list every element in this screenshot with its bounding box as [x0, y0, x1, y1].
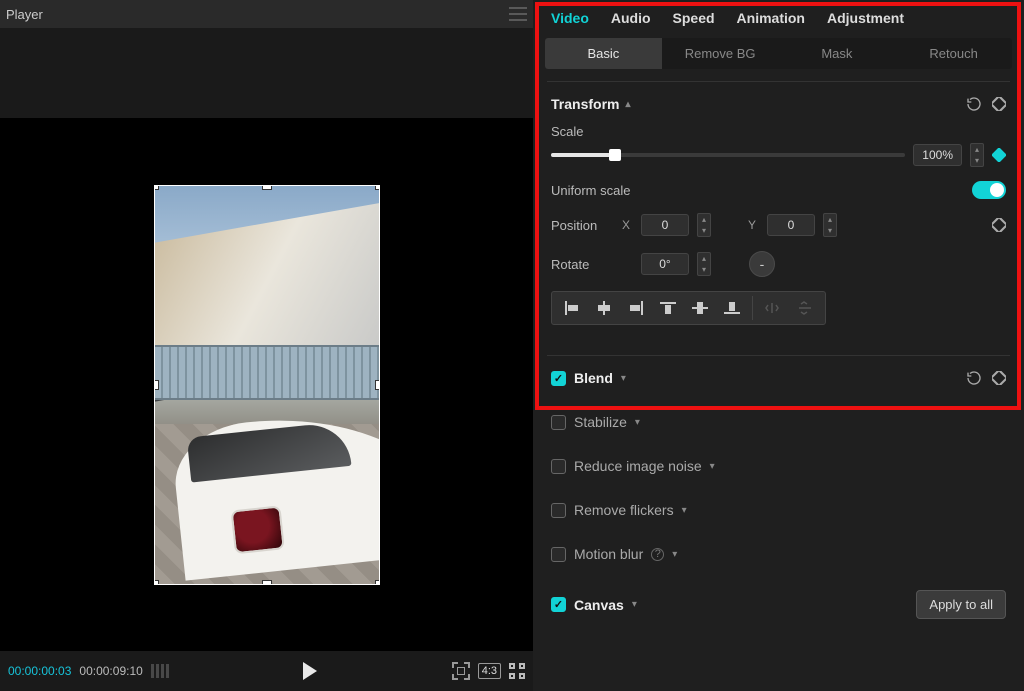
align-row [551, 291, 1006, 325]
flip-h-icon[interactable] [757, 296, 789, 320]
tab-video[interactable]: Video [551, 10, 589, 26]
properties-panel: Video Audio Speed Animation Adjustment B… [533, 0, 1024, 691]
blend-checkbox[interactable] [551, 371, 566, 386]
menu-icon[interactable] [509, 7, 527, 21]
chevron-down-icon[interactable]: ▾ [635, 417, 640, 428]
position-y-stepper[interactable]: ▴▾ [823, 213, 837, 237]
fullscreen-icon[interactable] [509, 663, 525, 679]
position-row: Position X 0 ▴▾ Y 0 ▴▾ [551, 213, 1006, 237]
transform-title[interactable]: Transform ▴ [551, 96, 631, 112]
position-x-input[interactable]: 0 [641, 214, 689, 236]
resize-handle[interactable] [375, 185, 380, 190]
align-bottom-icon[interactable] [716, 296, 748, 320]
tab-speed[interactable]: Speed [673, 10, 715, 26]
tab-audio[interactable]: Audio [611, 10, 651, 26]
reset-icon[interactable] [966, 96, 982, 112]
rotate-reset-button[interactable]: - [749, 251, 775, 277]
align-center-v-icon[interactable] [684, 296, 716, 320]
blend-section: Blend ▾ [533, 356, 1024, 400]
aspect-ratio-button[interactable]: 4:3 [478, 663, 501, 679]
resize-handle[interactable] [262, 185, 272, 190]
resize-handle[interactable] [375, 380, 380, 390]
keyframe-icon[interactable] [992, 148, 1006, 162]
motion-blur-checkbox[interactable] [551, 547, 566, 562]
player-viewport[interactable] [0, 118, 533, 651]
scale-row: Scale [551, 124, 1006, 139]
keyframe-icon[interactable] [992, 218, 1006, 232]
position-x-stepper[interactable]: ▴▾ [697, 213, 711, 237]
chevron-down-icon[interactable]: ▾ [682, 505, 687, 516]
rotate-row: Rotate 0° ▴▾ - [551, 251, 1006, 277]
time-total: 00:00:09:10 [79, 664, 142, 678]
keyframe-icon[interactable] [992, 371, 1006, 385]
motion-blur-section: Motion blur ? ▾ [533, 532, 1024, 576]
uniform-scale-row: Uniform scale [551, 181, 1006, 199]
subtab-basic[interactable]: Basic [545, 38, 662, 69]
align-right-icon[interactable] [620, 296, 652, 320]
position-y-input[interactable]: 0 [767, 214, 815, 236]
align-left-icon[interactable] [556, 296, 588, 320]
scale-label: Scale [551, 124, 611, 139]
flip-v-icon[interactable] [789, 296, 821, 320]
reduce-noise-section: Reduce image noise ▾ [533, 444, 1024, 488]
sub-tabs: Basic Remove BG Mask Retouch [545, 38, 1012, 69]
canvas-section: Canvas ▾ Apply to all [533, 576, 1024, 633]
subtab-mask[interactable]: Mask [779, 38, 896, 69]
remove-flickers-section: Remove flickers ▾ [533, 488, 1024, 532]
resize-handle[interactable] [262, 580, 272, 585]
stabilize-section: Stabilize ▾ [533, 400, 1024, 444]
reset-icon[interactable] [966, 370, 982, 386]
canvas-checkbox[interactable] [551, 597, 566, 612]
rotate-stepper[interactable]: ▴▾ [697, 252, 711, 276]
apply-to-all-button[interactable]: Apply to all [916, 590, 1006, 619]
tab-adjustment[interactable]: Adjustment [827, 10, 904, 26]
tab-animation[interactable]: Animation [737, 10, 805, 26]
scale-stepper[interactable]: ▴▾ [970, 143, 984, 167]
uniform-scale-toggle[interactable] [972, 181, 1006, 199]
remove-flickers-checkbox[interactable] [551, 503, 566, 518]
video-clip-frame[interactable] [154, 185, 380, 585]
player-controls: 00:00:00:03 00:00:09:10 4:3 [0, 651, 533, 691]
scale-value[interactable]: 100% [913, 144, 962, 166]
rotate-input[interactable]: 0° [641, 253, 689, 275]
time-current: 00:00:00:03 [8, 664, 71, 678]
main-tabs: Video Audio Speed Animation Adjustment [533, 0, 1024, 34]
align-top-icon[interactable] [652, 296, 684, 320]
stabilize-checkbox[interactable] [551, 415, 566, 430]
chevron-down-icon[interactable]: ▾ [672, 549, 677, 560]
player-panel: Player 00:00:00: [0, 0, 533, 691]
chevron-down-icon[interactable]: ▾ [621, 373, 626, 384]
resize-handle[interactable] [154, 580, 159, 585]
player-header: Player [0, 0, 533, 28]
subtab-retouch[interactable]: Retouch [895, 38, 1012, 69]
chevron-down-icon[interactable]: ▾ [710, 461, 715, 472]
crop-icon[interactable] [452, 662, 470, 680]
scale-slider[interactable] [551, 153, 905, 157]
chevron-down-icon[interactable]: ▾ [632, 599, 637, 610]
chevron-up-icon: ▴ [625, 99, 630, 110]
play-button[interactable] [303, 662, 317, 680]
resize-handle[interactable] [154, 185, 159, 190]
uniform-scale-label: Uniform scale [551, 183, 964, 198]
subtab-remove-bg[interactable]: Remove BG [662, 38, 779, 69]
keyframe-icon[interactable] [992, 97, 1006, 111]
reduce-noise-checkbox[interactable] [551, 459, 566, 474]
align-center-h-icon[interactable] [588, 296, 620, 320]
resize-handle[interactable] [154, 380, 159, 390]
columns-icon[interactable] [151, 664, 169, 678]
transform-section: Transform ▴ Scale [533, 82, 1024, 343]
player-title: Player [6, 7, 43, 22]
info-icon[interactable]: ? [651, 548, 664, 561]
resize-handle[interactable] [375, 580, 380, 585]
